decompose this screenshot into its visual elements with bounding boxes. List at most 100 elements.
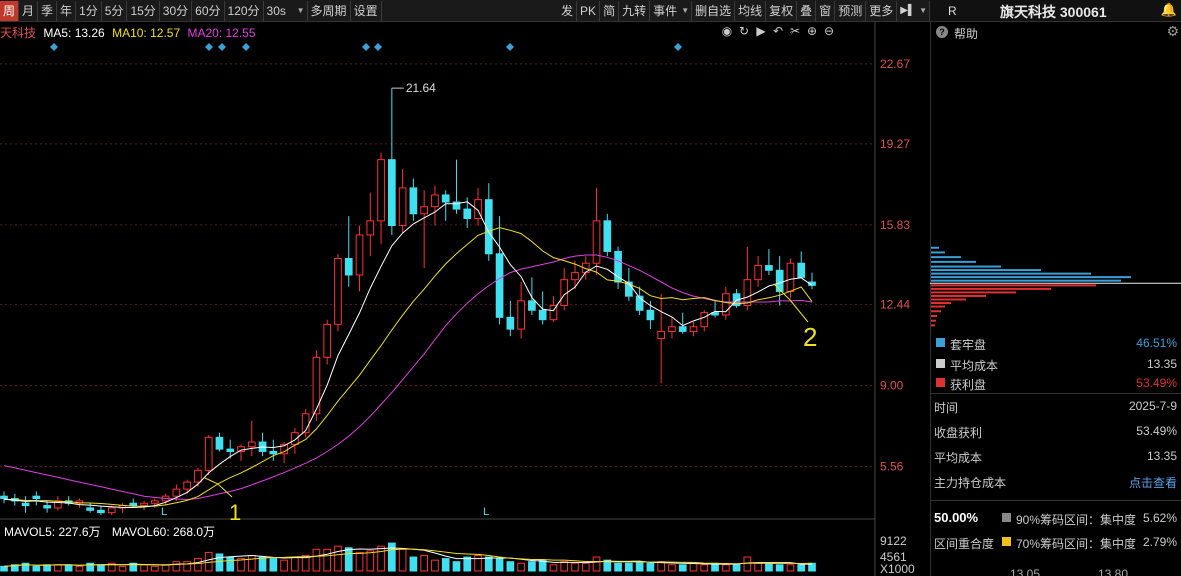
- candle-body: [495, 253, 504, 318]
- volume-bar: [140, 564, 148, 572]
- volume-bar: [183, 561, 191, 572]
- volume-bar: [549, 564, 558, 572]
- bell-icon[interactable]: 🔔: [1161, 2, 1177, 18]
- chip-bar: [931, 246, 939, 249]
- volume-bar: [172, 561, 181, 572]
- volume-bar: [291, 556, 299, 572]
- profit-swatch: [936, 378, 945, 387]
- volume-bar: [786, 564, 795, 572]
- volume-bar: [194, 558, 202, 572]
- kline-chart[interactable]: 22.67 19.27 15.83 12.44 9.00 5.56 91224561X10…: [0, 0, 930, 576]
- candle-body: [506, 316, 515, 330]
- volume-bar: [506, 561, 515, 572]
- stock-title: 旗天科技 300061: [1000, 4, 1107, 20]
- candle-body: [689, 326, 698, 332]
- ma20-label: MA20: 12.55: [187, 26, 256, 40]
- low-mark: L: [483, 506, 489, 518]
- refresh-icon[interactable]: ↻: [737, 24, 751, 40]
- trapped-swatch: [936, 338, 945, 347]
- volume-bar: [118, 565, 127, 572]
- chip-bar: [931, 291, 1016, 294]
- candle-body: [204, 436, 213, 471]
- volume-bar: [571, 562, 579, 572]
- play-icon[interactable]: ▶: [754, 24, 768, 40]
- chip-bar: [931, 256, 961, 259]
- chip-bar: [931, 260, 976, 263]
- candle-body: [355, 234, 364, 276]
- eye-icon[interactable]: ◉: [720, 24, 734, 40]
- volume-bar: [765, 562, 773, 572]
- chip90-value: 5.62%: [1142, 511, 1177, 525]
- volume-bar: [635, 561, 644, 572]
- volume-bar: [700, 564, 709, 572]
- main-cost-link[interactable]: 点击查看: [1129, 474, 1177, 491]
- candle-body: [172, 488, 181, 497]
- candle-body: [398, 187, 407, 227]
- price-tick: 12.44: [880, 298, 910, 312]
- candle-body: [388, 159, 396, 227]
- volume-bar: [775, 564, 784, 572]
- zoom-out-icon[interactable]: ⊖: [822, 24, 836, 40]
- chip90-label: 90%筹码区间：集中度: [1016, 513, 1137, 527]
- chip90-swatch: [1002, 513, 1011, 522]
- volume-bar: [64, 564, 73, 572]
- candle-body: [409, 187, 418, 215]
- volume-bar: [625, 562, 633, 572]
- volume-bar: [226, 556, 235, 572]
- candle-body: [797, 262, 806, 278]
- chip-bar: [931, 305, 945, 308]
- volume-bar: [732, 564, 741, 572]
- zoom-in-icon[interactable]: ⊕: [805, 24, 819, 40]
- scissors-icon[interactable]: ✂: [788, 24, 802, 40]
- candle-body: [107, 507, 116, 514]
- info-time-row: 时间 2025-7-9: [930, 396, 1181, 416]
- event-diamond: [50, 43, 58, 51]
- gear-icon[interactable]: ⚙: [1166, 23, 1179, 40]
- volume-bar: [161, 564, 170, 572]
- volume-bar: [463, 556, 472, 572]
- volume-bar: [312, 548, 321, 572]
- candle-body: [194, 469, 202, 483]
- candle-body: [775, 269, 784, 292]
- volume-bar: [323, 548, 332, 572]
- candle-body: [247, 441, 256, 448]
- avg-cost-value: 13.35: [1146, 357, 1177, 371]
- candle-body: [646, 309, 655, 321]
- candle-body: [269, 450, 278, 455]
- help-icon[interactable]: ?: [936, 26, 948, 38]
- chart-tools: ◉ ↻ ▶ ↶ ✂ ⊕ ⊖: [720, 24, 836, 40]
- trapped-value: 46.51%: [1136, 336, 1177, 350]
- volume-bar: [215, 553, 224, 572]
- event-diamond: [362, 43, 370, 51]
- chip-bar: [931, 319, 936, 322]
- high-label: 21.64: [406, 81, 436, 95]
- ma5-label: MA5: 13.26: [43, 26, 105, 40]
- volume-bar: [258, 556, 267, 572]
- chip-bar: [931, 287, 1051, 290]
- volume-legend: MAVOL5: 227.6万 MAVOL60: 268.0万: [4, 523, 223, 540]
- chart-annotations: 21.64 1 2 L L: [161, 81, 817, 525]
- profit-value: 53.49%: [1136, 376, 1177, 390]
- candle-body: [517, 300, 525, 330]
- candle-body: [668, 326, 676, 332]
- help-label[interactable]: 帮助: [954, 25, 978, 42]
- volume-bar: [689, 562, 698, 572]
- candlestick-series: [0, 88, 816, 515]
- chip70-value: 2.79%: [1142, 535, 1177, 549]
- volume-bar: [614, 562, 622, 572]
- close-profit-label: 收盘获利: [934, 426, 983, 440]
- undo-icon[interactable]: ↶: [771, 24, 785, 40]
- moving-average-lines: [3, 201, 813, 508]
- time-value: 2025-7-9: [1128, 399, 1177, 413]
- volume-bar: [560, 561, 569, 572]
- main-cost-label: 主力持仓成本: [934, 476, 1007, 490]
- event-diamond: [674, 43, 682, 51]
- ma10-line: [3, 227, 813, 507]
- volume-bar: [32, 565, 41, 572]
- chip-bar: [931, 265, 1001, 268]
- ma10-label: MA10: 12.57: [112, 26, 181, 40]
- candle-body: [603, 220, 612, 252]
- price-tick: 9.00: [880, 379, 904, 393]
- volume-bar: [517, 562, 525, 572]
- candle-body: [237, 446, 245, 452]
